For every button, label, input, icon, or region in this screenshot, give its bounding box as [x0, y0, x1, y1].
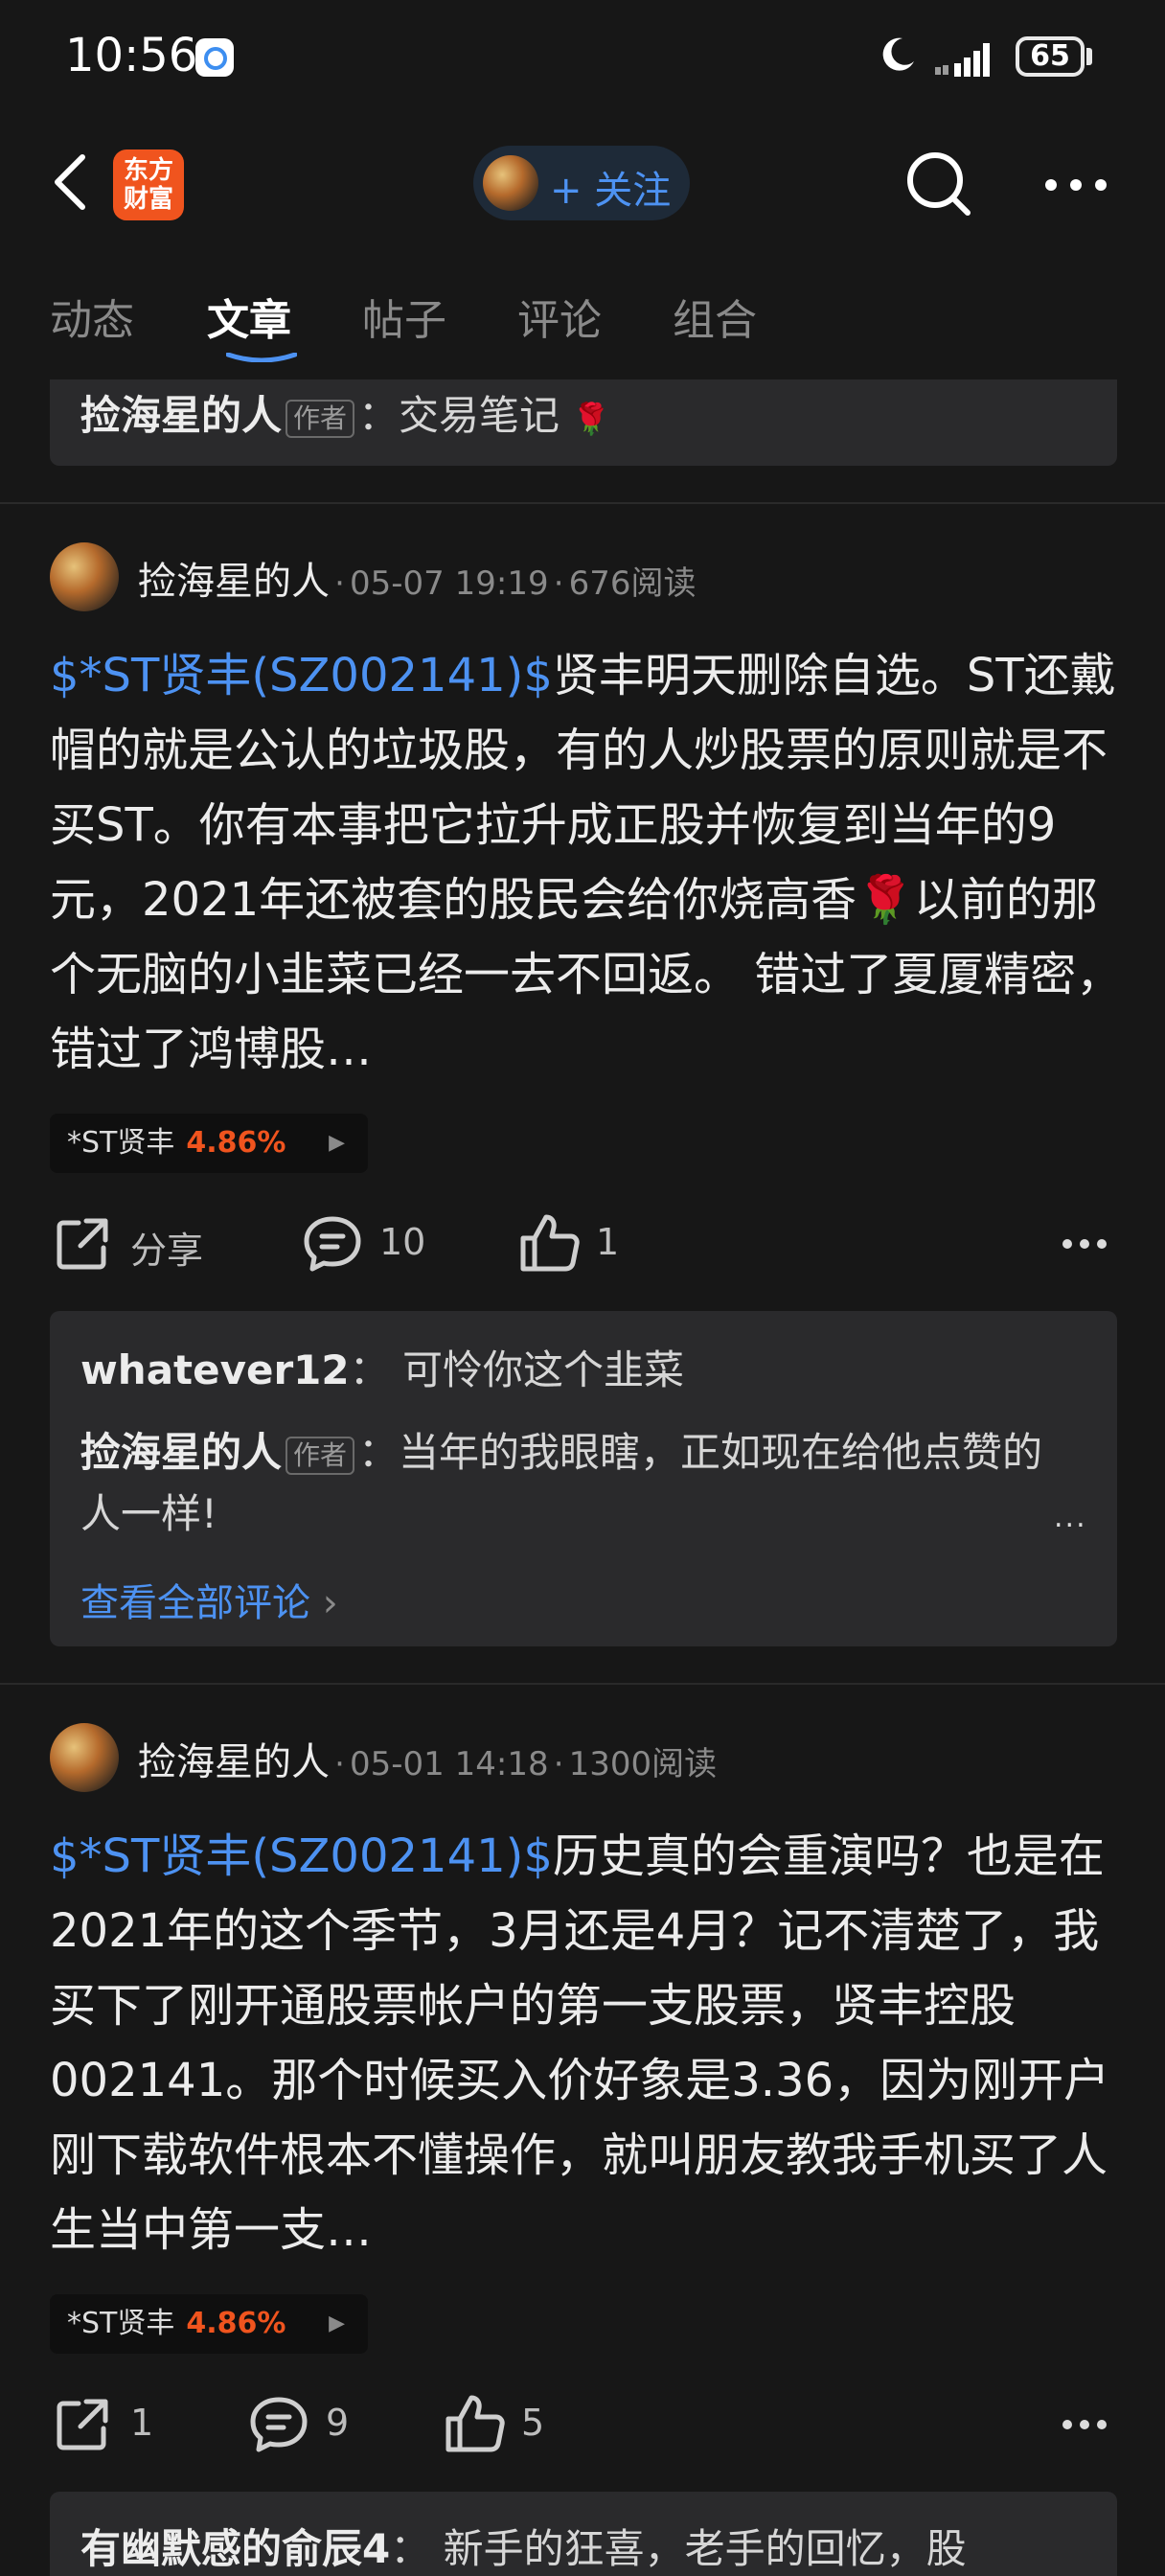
- more-icon[interactable]: [1044, 178, 1108, 192]
- view-all-comments-link[interactable]: 查看全部评论 ›: [80, 1572, 338, 1627]
- stock-ticker-link[interactable]: $*ST贤丰(SZ002141)$: [50, 649, 553, 702]
- comment-separator: ：: [349, 1346, 390, 1393]
- like-icon[interactable]: [519, 1213, 581, 1273]
- active-tab-indicator: [226, 353, 297, 362]
- comment-author[interactable]: 捡海星的人: [80, 392, 282, 439]
- app-logo-line1: 东方: [123, 156, 173, 185]
- post-body[interactable]: $*ST贤丰(SZ002141)$贤丰明天删除自选。ST还戴帽的就是公认的垃圾股…: [50, 638, 1123, 1089]
- tab-articles[interactable]: 文章: [207, 286, 291, 347]
- post-header: 捡海星的人 · 05-07 19:19 · 676阅读: [138, 550, 697, 606]
- battery-icon: 65: [1016, 36, 1085, 77]
- post-more-icon[interactable]: [1062, 1238, 1108, 1250]
- share-count[interactable]: 1: [130, 2402, 153, 2444]
- author-tag: 作者: [286, 1436, 355, 1475]
- comment-count[interactable]: 9: [326, 2402, 349, 2444]
- moon-icon: [882, 37, 914, 71]
- stock-name: *ST贤丰: [67, 2307, 175, 2340]
- post-more-icon[interactable]: [1062, 2419, 1108, 2430]
- tab-dynamics[interactable]: 动态: [50, 286, 134, 347]
- stock-change: 4.86%: [186, 2307, 286, 2340]
- share-label[interactable]: 分享: [130, 1221, 203, 1274]
- post-read-count: 676阅读: [568, 564, 697, 603]
- comment-icon[interactable]: [249, 2396, 308, 2453]
- meta-separator: ·: [334, 564, 345, 603]
- comment-text: 新手的狂喜，老手的回忆，股: [443, 2525, 967, 2572]
- comment-separator: ：: [358, 392, 400, 439]
- chevron-right-icon: ›: [322, 1581, 338, 1625]
- post-author-avatar[interactable]: [50, 1723, 119, 1792]
- meta-separator: ·: [334, 1745, 345, 1783]
- stock-chip[interactable]: *ST贤丰 4.86% ▶: [50, 2294, 368, 2354]
- view-all-label[interactable]: 查看全部评论: [80, 1581, 310, 1625]
- battery-cap: [1086, 48, 1092, 65]
- post-text: 贤丰明天删除自选。ST还戴帽的就是公认的垃圾股，有的人炒股票的原则就是不买ST。…: [50, 649, 1123, 1076]
- tab-portfolio[interactable]: 组合: [673, 286, 757, 347]
- share-icon[interactable]: [54, 1215, 111, 1273]
- comment-separator: ：: [358, 1429, 400, 1476]
- like-count[interactable]: 1: [596, 1221, 619, 1263]
- comment-text: 交易笔记: [399, 392, 560, 439]
- comment-icon[interactable]: [303, 1215, 362, 1273]
- stock-name: *ST贤丰: [67, 1126, 175, 1160]
- post-text: 历史真的会重演吗？也是在2021年的这个季节，3月还是4月？记不清楚了，我买下了…: [50, 1829, 1110, 2257]
- post-author[interactable]: 捡海星的人: [138, 560, 330, 604]
- author-tag: 作者: [286, 399, 355, 438]
- comment-line: 捡海星的人 作者 ：交易笔记 🌹: [80, 383, 610, 442]
- comment-line[interactable]: 捡海星的人 作者 ：当年的我眼瞎，正如现在给他点赞的人一样!: [80, 1422, 1058, 1545]
- post-header: 捡海星的人 · 05-01 14:18 · 1300阅读: [138, 1731, 717, 1786]
- comment-author[interactable]: 有幽默感的俞辰4: [80, 2525, 390, 2572]
- divider: [0, 502, 1165, 504]
- divider: [0, 1683, 1165, 1685]
- like-icon[interactable]: [445, 2394, 506, 2453]
- status-time: 10:56: [65, 29, 198, 82]
- comment-text: 可怜你这个韭菜: [402, 1346, 685, 1393]
- play-arrow-icon: ▶: [329, 1131, 345, 1155]
- post-date: 05-01 14:18: [350, 1745, 549, 1783]
- app-logo[interactable]: 东方 财富: [113, 150, 184, 220]
- post-date: 05-07 19:19: [350, 564, 549, 603]
- back-arrow-icon[interactable]: [50, 153, 92, 211]
- post-body[interactable]: $*ST贤丰(SZ002141)$历史真的会重演吗？也是在2021年的这个季节，…: [50, 1819, 1123, 2269]
- comment-ellipsis: ...: [1054, 1501, 1087, 1534]
- comment-separator: ：: [390, 2525, 431, 2572]
- share-icon[interactable]: [54, 2396, 111, 2453]
- comment-line[interactable]: whatever12： 可怜你这个韭菜: [80, 1338, 684, 1396]
- stock-chip[interactable]: *ST贤丰 4.86% ▶: [50, 1114, 368, 1173]
- comment-line[interactable]: 有幽默感的俞辰4： 新手的狂喜，老手的回忆，股: [80, 2517, 967, 2575]
- comment-author[interactable]: whatever12: [80, 1346, 350, 1393]
- like-count[interactable]: 5: [521, 2402, 544, 2444]
- meta-separator: ·: [553, 564, 564, 603]
- post-read-count: 1300阅读: [568, 1745, 718, 1783]
- rose-emoji: 🌹: [572, 401, 611, 437]
- play-arrow-icon: ▶: [329, 2312, 345, 2335]
- search-icon[interactable]: [904, 150, 973, 218]
- comment-author[interactable]: 捡海星的人: [80, 1429, 282, 1476]
- signal-icon: [935, 43, 990, 77]
- tab-posts[interactable]: 帖子: [362, 286, 446, 347]
- tab-comments[interactable]: 评论: [517, 286, 602, 347]
- follow-button-label[interactable]: + 关注: [550, 159, 671, 215]
- profile-avatar[interactable]: [483, 155, 538, 211]
- post-author-avatar[interactable]: [50, 542, 119, 611]
- stock-ticker-link[interactable]: $*ST贤丰(SZ002141)$: [50, 1829, 553, 1883]
- meta-separator: ·: [553, 1745, 564, 1783]
- post-author[interactable]: 捡海星的人: [138, 1740, 330, 1784]
- notification-app-icon: [195, 38, 234, 77]
- comment-count[interactable]: 10: [379, 1221, 425, 1263]
- stock-change: 4.86%: [186, 1126, 286, 1160]
- app-logo-line2: 财富: [123, 185, 173, 214]
